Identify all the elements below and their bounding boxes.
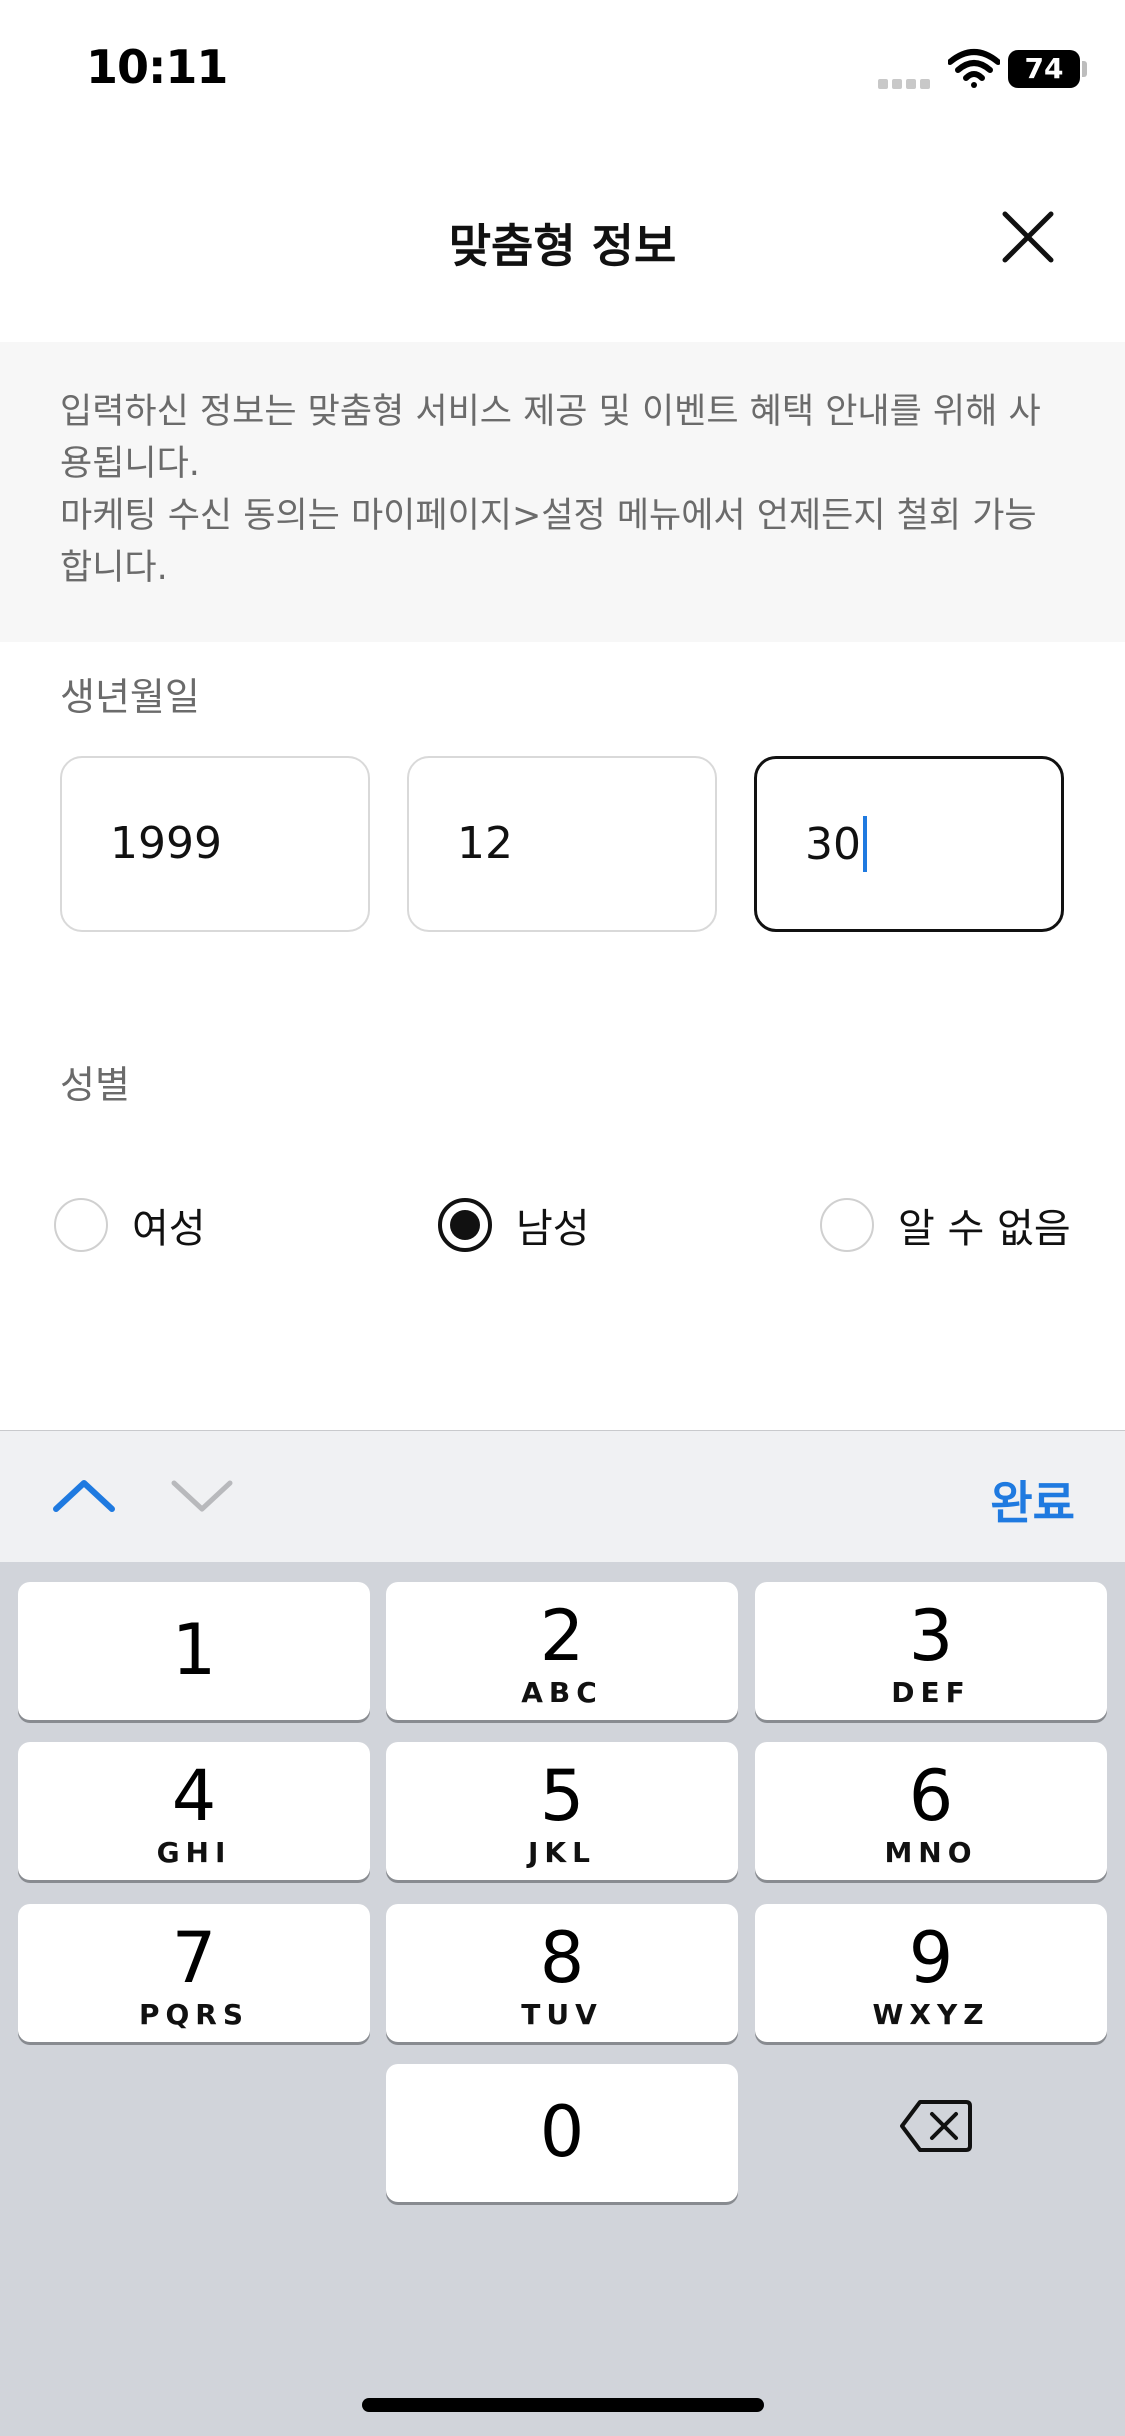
key-letters: PQRS [138,1998,250,2031]
gender-radio-group: 여성 남성 알 수 없음 [0,1196,1125,1256]
key-7[interactable]: 7 PQRS [18,1904,370,2042]
key-letters: ABC [521,1676,603,1709]
notice-line-2: 마케팅 수신 동의는 마이페이지>설정 메뉴에서 언제든지 철회 가능합니다. [60,496,1037,588]
wifi-icon [948,49,1000,88]
key-2[interactable]: 2 ABC [386,1582,738,1720]
birth-label: 생년월일 [60,675,200,719]
key-letters: MNO [884,1836,978,1869]
key-digit: 4 [171,1755,217,1837]
key-letters: JKL [528,1836,596,1869]
radio-checked-icon [438,1198,492,1252]
key-8[interactable]: 8 TUV [386,1904,738,2042]
number-keypad: 1 2 ABC 3 DEF 4 GHI 5 JKL 6 MNO 7 PQRS 8… [0,1562,1125,2436]
page-title: 맞춤형 정보 [448,219,677,273]
birth-year-input[interactable]: 1999 [60,756,370,932]
cellular-signal-icon [878,74,934,89]
close-icon[interactable] [995,204,1061,270]
battery-cap [1082,61,1087,77]
key-9[interactable]: 9 WXYZ [755,1904,1107,2042]
birth-day-value: 30 [805,819,861,870]
status-time: 10:11 [86,40,228,94]
key-digit: 6 [908,1755,954,1837]
key-digit: 2 [539,1595,585,1677]
gender-option-label: 남성 [516,1206,590,1252]
gender-option-female[interactable]: 여성 [54,1196,206,1254]
birth-year-value: 1999 [110,818,222,869]
key-digit: 3 [908,1595,954,1677]
key-digit: 8 [539,1917,585,1999]
key-digit: 5 [539,1755,585,1837]
text-caret [863,816,867,872]
gender-option-label: 여성 [132,1206,206,1252]
key-0[interactable]: 0 [386,2064,738,2202]
status-bar: 10:11 74 [0,0,1125,140]
battery-icon: 74 [1008,50,1080,88]
key-6[interactable]: 6 MNO [755,1742,1107,1880]
info-notice: 입력하신 정보는 맞춤형 서비스 제공 및 이벤트 혜택 안내를 위해 사용됩니… [0,342,1125,642]
birth-month-input[interactable]: 12 [407,756,717,932]
backspace-icon[interactable] [900,2098,972,2154]
key-letters: WXYZ [872,1998,990,2031]
radio-unchecked-icon [820,1198,874,1252]
key-digit: 7 [171,1917,217,1999]
key-digit: 0 [539,2091,585,2173]
key-letters: TUV [521,1998,603,2031]
key-5[interactable]: 5 JKL [386,1742,738,1880]
key-letters: GHI [156,1836,232,1869]
birth-day-input[interactable]: 30 [754,756,1064,932]
gender-label: 성별 [60,1063,130,1107]
home-indicator[interactable] [362,2398,764,2412]
key-4[interactable]: 4 GHI [18,1742,370,1880]
key-digit: 9 [908,1917,954,1999]
chevron-up-icon[interactable] [52,1475,116,1515]
done-button[interactable]: 완료 [990,1467,1075,1533]
battery-level: 74 [1024,52,1064,85]
radio-unchecked-icon [54,1198,108,1252]
birth-month-value: 12 [457,818,513,869]
gender-option-unknown[interactable]: 알 수 없음 [820,1196,1071,1254]
gender-option-male[interactable]: 남성 [438,1196,590,1254]
notice-line-1: 입력하신 정보는 맞춤형 서비스 제공 및 이벤트 혜택 안내를 위해 사용됩니… [60,392,1041,484]
key-1[interactable]: 1 [18,1582,370,1720]
key-3[interactable]: 3 DEF [755,1582,1107,1720]
header: 맞춤형 정보 [0,160,1125,320]
key-digit: 1 [171,1609,217,1691]
key-letters: DEF [891,1676,971,1709]
keyboard-accessory-bar: 완료 [0,1430,1125,1562]
chevron-down-icon[interactable] [170,1475,234,1515]
gender-option-label: 알 수 없음 [898,1206,1071,1252]
